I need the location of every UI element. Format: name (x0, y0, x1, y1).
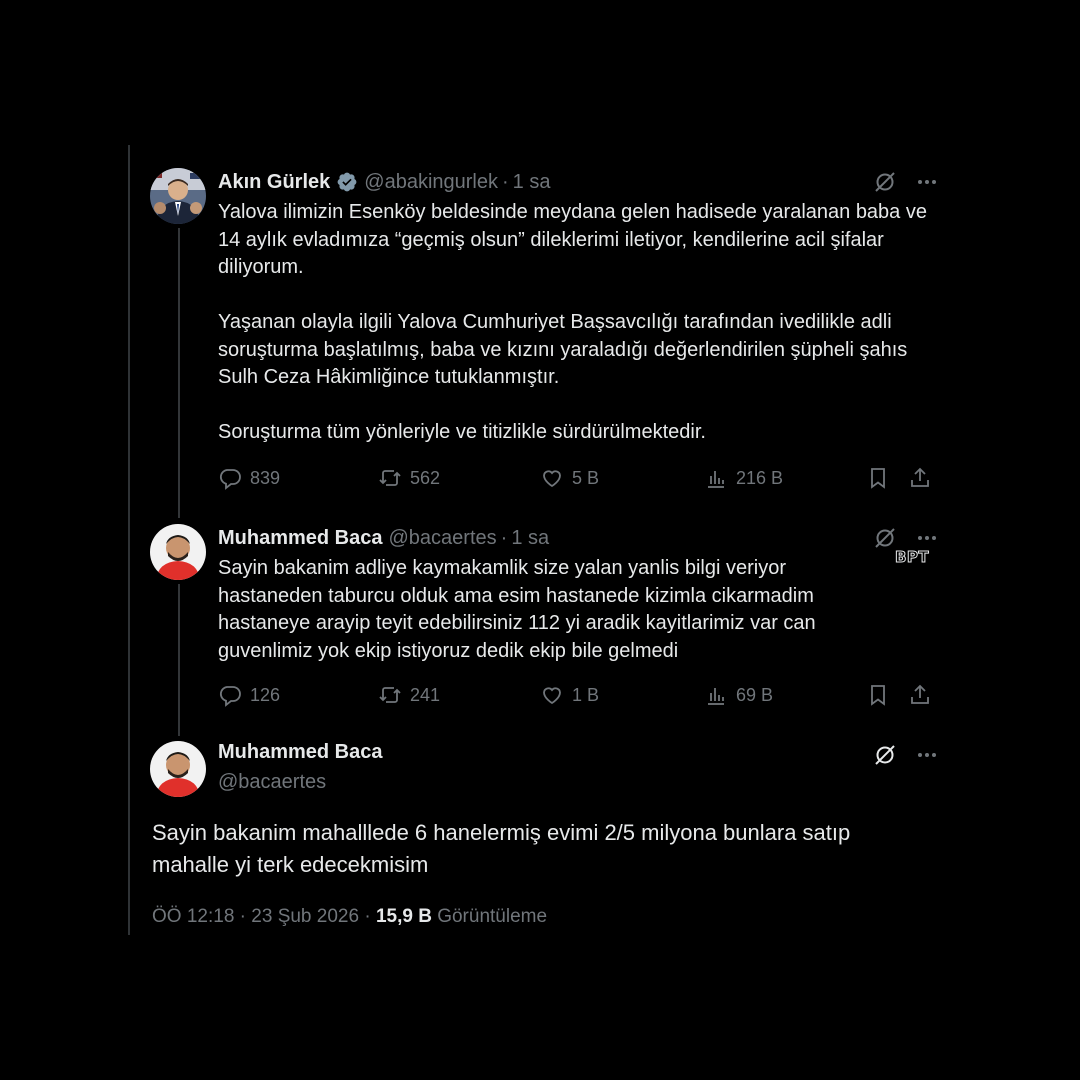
reply-count: 839 (250, 467, 281, 488)
reply-icon (219, 686, 241, 707)
views-count: 69 B (736, 684, 774, 705)
dot-separator: · (501, 170, 509, 193)
like-count: 5 B (572, 467, 600, 488)
main-tweet-text: Sayin bakanim mahalllede 6 hanelermiş ev… (152, 820, 851, 877)
thread-border (128, 145, 130, 935)
timestamp[interactable]: 1 sa (513, 171, 551, 194)
views-count: 216 B (736, 467, 784, 488)
repost-button[interactable]: 241 (378, 683, 440, 707)
author-name[interactable]: Muhammed Baca (218, 527, 383, 550)
repost-count: 562 (410, 467, 441, 488)
views-icon (708, 688, 724, 705)
avatar[interactable] (150, 741, 206, 797)
dot-separator: · (364, 906, 371, 927)
grok-icon[interactable] (872, 169, 898, 195)
share-icon[interactable] (908, 466, 932, 490)
views-icon (708, 471, 724, 488)
main-tweet[interactable]: Muhammed Baca @bacaertes Sayin bakanim m… (150, 741, 940, 941)
avatar[interactable] (150, 524, 206, 580)
watermark: BPT (894, 548, 930, 567)
tweet-header-icons (872, 741, 940, 769)
tweet[interactable]: Akın Gürlek @abakingurlek · 1 sa Yalova … (150, 168, 940, 498)
views-total: 15,9 B (375, 906, 432, 927)
author-name[interactable]: Akın Gürlek (218, 171, 330, 194)
dot-separator: · (239, 906, 246, 927)
tweet-paragraph: Yalova ilimizin Esenköy beldesinde meyda… (218, 201, 927, 278)
more-icon[interactable] (914, 169, 940, 195)
verified-badge-icon (336, 171, 358, 193)
author-handle[interactable]: @abakingurlek (364, 171, 498, 194)
author-handle[interactable]: @bacaertes (218, 771, 326, 794)
author-handle[interactable]: @bacaertes (389, 527, 497, 550)
tweet-actions: 839 562 5 B 216 B (218, 463, 934, 493)
views-button[interactable]: 69 B (704, 683, 773, 707)
tweet-paragraph: Sayin bakanim adliye kaymakamlik size ya… (218, 557, 816, 662)
reply-button[interactable]: 126 (218, 683, 280, 707)
repost-icon (379, 470, 401, 486)
more-icon[interactable] (914, 742, 940, 768)
tweet-actions: 126 241 1 B 69 B (218, 680, 934, 710)
tweet[interactable]: Muhammed Baca @bacaertes · 1 sa Sayin ba… (150, 524, 940, 724)
tweet-paragraph: Yaşanan olayla ilgili Yalova Cumhuriyet … (218, 311, 908, 388)
post-time[interactable]: ÖÖ 12:18 (152, 906, 234, 927)
bookmark-icon[interactable] (866, 683, 890, 707)
tweet-text: Yalova ilimizin Esenköy beldesinde meyda… (218, 199, 938, 447)
author-name[interactable]: Muhammed Baca (218, 741, 383, 764)
like-button[interactable]: 1 B (540, 683, 599, 707)
reply-icon (219, 469, 241, 490)
like-icon (543, 687, 561, 705)
post-date[interactable]: 23 Şub 2026 (251, 906, 359, 927)
tweet-metadata: ÖÖ 12:18 · 23 Şub 2026 · 15,9 B Görüntül… (152, 906, 547, 928)
tweet-header: Muhammed Baca @bacaertes · 1 sa (218, 524, 549, 552)
views-button[interactable]: 216 B (704, 466, 783, 490)
views-label: Görüntüleme (437, 906, 548, 927)
tweet-header-icons (872, 168, 940, 196)
tweet-header: Akın Gürlek @abakingurlek · 1 sa (218, 168, 550, 196)
reply-count: 126 (250, 684, 281, 705)
bookmark-icon[interactable] (866, 466, 890, 490)
tweet-text: Sayin bakanim adliye kaymakamlik size ya… (218, 555, 878, 665)
repost-count: 241 (410, 684, 441, 705)
dot-separator: · (500, 526, 508, 549)
reply-button[interactable]: 839 (218, 466, 280, 490)
tweet-paragraph: Soruşturma tüm yönleriyle ve titizlikle … (218, 421, 706, 443)
share-icon[interactable] (908, 683, 932, 707)
timestamp[interactable]: 1 sa (511, 527, 549, 550)
avatar[interactable] (150, 168, 206, 224)
repost-icon (379, 687, 401, 703)
grok-icon[interactable] (872, 742, 898, 768)
like-icon (543, 470, 561, 488)
like-count: 1 B (572, 684, 600, 705)
like-button[interactable]: 5 B (540, 466, 599, 490)
repost-button[interactable]: 562 (378, 466, 440, 490)
